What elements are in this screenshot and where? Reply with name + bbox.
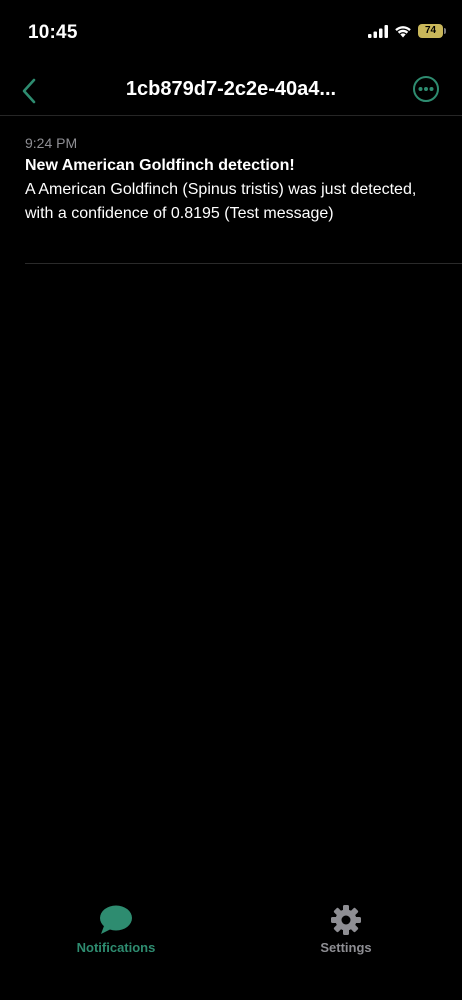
notification-detail-screen: 10:45 74 1cb879d7-2c2e-40a4... 9:24 PM N… xyxy=(0,0,462,1000)
message-item[interactable]: 9:24 PM New American Goldfinch detection… xyxy=(25,134,437,226)
nav-divider xyxy=(0,115,462,116)
gear-icon xyxy=(331,905,361,935)
message-divider xyxy=(25,263,462,264)
message-time: 9:24 PM xyxy=(25,135,78,151)
ellipsis-circle-icon xyxy=(413,76,439,102)
wifi-icon xyxy=(395,25,411,37)
navigation-bar: 1cb879d7-2c2e-40a4... xyxy=(0,68,462,114)
status-bar: 10:45 74 xyxy=(0,0,462,60)
battery-level: 74 xyxy=(424,25,437,36)
chevron-left-icon xyxy=(22,78,36,104)
message-title: New American Goldfinch detection! xyxy=(25,157,295,174)
tab-notifications[interactable]: Notifications xyxy=(46,904,186,955)
tab-bar: Notifications Settings xyxy=(0,900,462,1000)
battery-icon: 74 xyxy=(418,24,446,38)
status-icons: 74 xyxy=(368,24,446,38)
signal-bars-icon xyxy=(368,24,388,38)
more-options-button[interactable] xyxy=(412,75,440,103)
page-title: 1cb879d7-2c2e-40a4... xyxy=(125,78,337,100)
chat-bubble-icon xyxy=(100,905,132,934)
status-time: 10:45 xyxy=(28,22,78,43)
tab-settings[interactable]: Settings xyxy=(276,904,416,955)
tab-notifications-label: Notifications xyxy=(76,940,156,955)
back-button[interactable] xyxy=(14,76,44,106)
tab-settings-label: Settings xyxy=(320,940,372,955)
message-body: A American Goldfinch (Spinus tristis) wa… xyxy=(25,181,417,222)
